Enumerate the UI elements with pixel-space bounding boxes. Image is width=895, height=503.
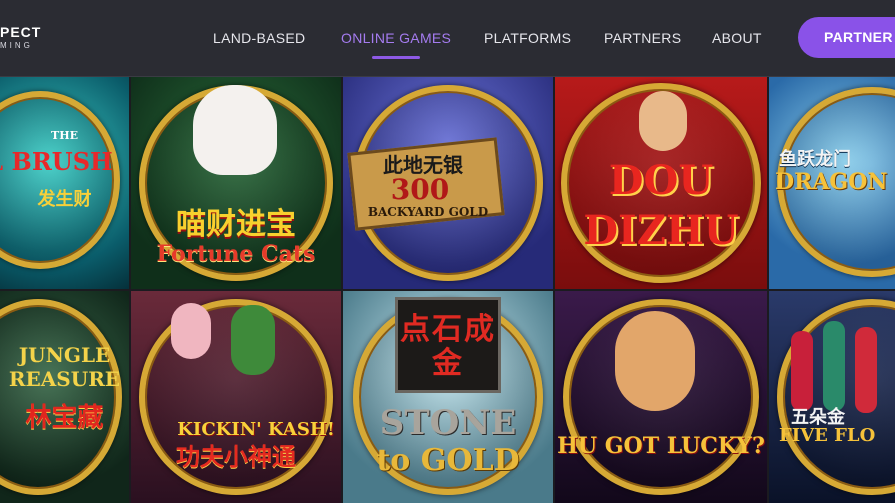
game-cn-title: 鱼跃龙门 [779, 149, 851, 169]
game-tile[interactable]: 此地无银 300 BACKYARD GOLD [343, 77, 553, 289]
game-cn-title: 发生财 [37, 189, 92, 209]
games-grid: THE L BRUSH 发生财 喵财进宝 Fortune Cats 此地无银 3… [0, 77, 895, 503]
game-tile[interactable]: 鱼跃龙门 DRAGON [769, 77, 895, 289]
game-title: 300 [390, 173, 450, 206]
top-navbar: PECT MING LAND-BASED ONLINE GAMES PLATFO… [0, 0, 895, 77]
game-title: Fortune Cats [156, 241, 316, 267]
game-cn-title: 喵财进宝 [176, 208, 296, 241]
lady-figure [855, 327, 877, 413]
game-cn-title: 功夫小神通 [176, 444, 296, 471]
game-title: BACKYARD GOLD [367, 205, 489, 219]
game-title: DRAGON [775, 169, 888, 195]
game-tile[interactable]: 喵财进宝 Fortune Cats [131, 77, 341, 289]
game-title: JUNGLE [18, 343, 111, 367]
lady-figure [791, 331, 813, 411]
game-tile[interactable]: KICKIN' KASH! 功夫小神通 [131, 291, 341, 503]
game-cn-title: 林宝藏 [25, 402, 104, 432]
game-title: HU GOT LUCKY? [557, 433, 765, 459]
game-cn-title: 点石成金 [400, 313, 496, 380]
logo-subtitle: MING [0, 41, 33, 50]
lady-figure [823, 321, 845, 411]
lucky-man-figure [615, 311, 695, 411]
game-tile[interactable]: THE L BRUSH 发生财 [0, 77, 129, 289]
game-title: REASURE [8, 367, 121, 391]
game-title: THE [51, 129, 78, 142]
game-title: STONE [379, 403, 517, 443]
game-title: FIVE FLO [779, 425, 876, 446]
golden-brush-game-icon [0, 91, 120, 269]
game-title: DIZHU [583, 207, 739, 254]
game-title: DOU [608, 157, 714, 204]
game-title: L BRUSH [0, 147, 113, 176]
nav-link-platforms[interactable]: PLATFORMS [484, 30, 571, 46]
game-tile[interactable]: 五朵金 FIVE FLO [769, 291, 895, 503]
nav-link-online-games[interactable]: ONLINE GAMES [341, 30, 451, 46]
nav-link-about[interactable]: ABOUT [712, 30, 762, 46]
game-tile[interactable]: 点石成金 STONE to GOLD [343, 291, 553, 503]
game-title: to GOLD [376, 443, 520, 478]
heroine-figure [171, 303, 211, 359]
game-tile[interactable]: HU GOT LUCKY? [555, 291, 767, 503]
emperor-face [639, 91, 687, 151]
hero-figure [231, 305, 275, 375]
partner-button[interactable]: PARTNER [798, 17, 895, 58]
nav-link-partners[interactable]: PARTNERS [604, 30, 681, 46]
lucky-cat-figure [193, 85, 277, 175]
logo-wordmark: PECT [0, 24, 42, 40]
game-tile[interactable]: DOU DIZHU [555, 77, 767, 289]
active-tab-indicator [372, 56, 420, 59]
nav-link-land-based[interactable]: LAND-BASED [213, 30, 305, 46]
game-tile[interactable]: JUNGLE REASURE 林宝藏 [0, 291, 129, 503]
brand-logo[interactable]: PECT MING [0, 24, 60, 54]
